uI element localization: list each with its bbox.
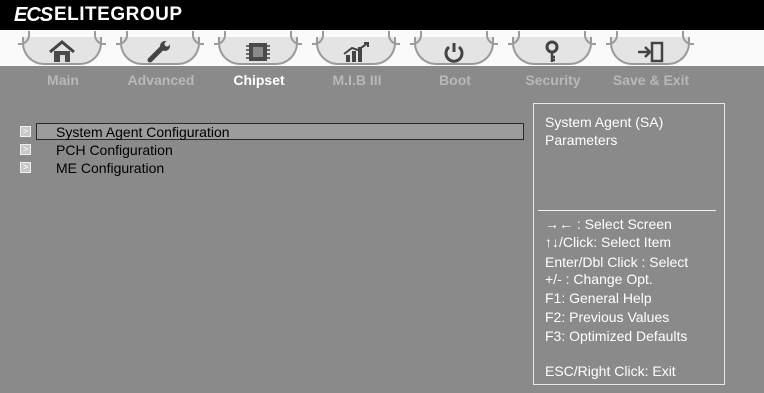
home-icon [49, 40, 75, 62]
key-icon [545, 40, 559, 62]
tab-label: Security [525, 72, 581, 88]
tab-label: Boot [439, 72, 471, 88]
title-bar: ECS ELITEGROUP [0, 0, 764, 30]
help-key-change-opt: +/- : Change Opt. [545, 271, 653, 287]
power-icon [444, 43, 464, 63]
help-key-select-screen: →← : Select Screen [545, 216, 672, 232]
help-key-previous-values: F2: Previous Values [545, 309, 670, 325]
tab-security[interactable]: Security [504, 30, 602, 94]
ecs-logo: ECS [14, 4, 53, 26]
wrench-icon [147, 41, 170, 63]
help-panel: System Agent (SA) Parameters →← : Select… [533, 103, 725, 385]
tab-boot[interactable]: Boot [406, 30, 504, 94]
tab-label: Advanced [127, 72, 195, 88]
performance-chart-icon [343, 42, 369, 62]
tab-mib[interactable]: M.I.B III [308, 30, 406, 94]
tab-main[interactable]: Main [14, 30, 112, 94]
menu-item-label: System Agent Configuration [56, 124, 230, 140]
help-description-line: System Agent (SA) [545, 114, 664, 130]
tab-label: Main [47, 72, 79, 88]
brand-name: ELITEGROUP [54, 4, 183, 25]
submenu-arrow-icon: > [20, 126, 31, 137]
exit-door-icon [638, 41, 664, 63]
tab-advanced[interactable]: Advanced [112, 30, 210, 94]
submenu-arrow-icon: > [20, 144, 31, 155]
help-divider [538, 210, 716, 211]
tab-chipset[interactable]: Chipset [210, 30, 308, 94]
help-key-exit: ESC/Right Click: Exit [545, 363, 676, 379]
help-description-line: Parameters [545, 132, 618, 148]
submenu-arrow-icon: > [20, 162, 31, 173]
menu-panel: > System Agent Configuration > PCH Confi… [6, 90, 528, 390]
chip-icon [246, 43, 270, 61]
tab-label: Chipset [233, 72, 285, 88]
bios-window: ECS ELITEGROUP Main Advanced Chipset M.I… [0, 0, 764, 393]
help-key-select: Enter/Dbl Click : Select [545, 254, 689, 270]
tab-label: M.I.B III [332, 72, 382, 88]
help-key-select-item: ↑↓/Click: Select Item [545, 234, 672, 250]
menu-item-label: PCH Configuration [56, 142, 173, 158]
menu-item-label: ME Configuration [56, 160, 165, 176]
help-key-optimized-defaults: F3: Optimized Defaults [545, 328, 688, 344]
tab-label: Save & Exit [612, 72, 690, 88]
tab-save-exit[interactable]: Save & Exit [602, 30, 700, 94]
help-key-general-help: F1: General Help [545, 290, 652, 306]
